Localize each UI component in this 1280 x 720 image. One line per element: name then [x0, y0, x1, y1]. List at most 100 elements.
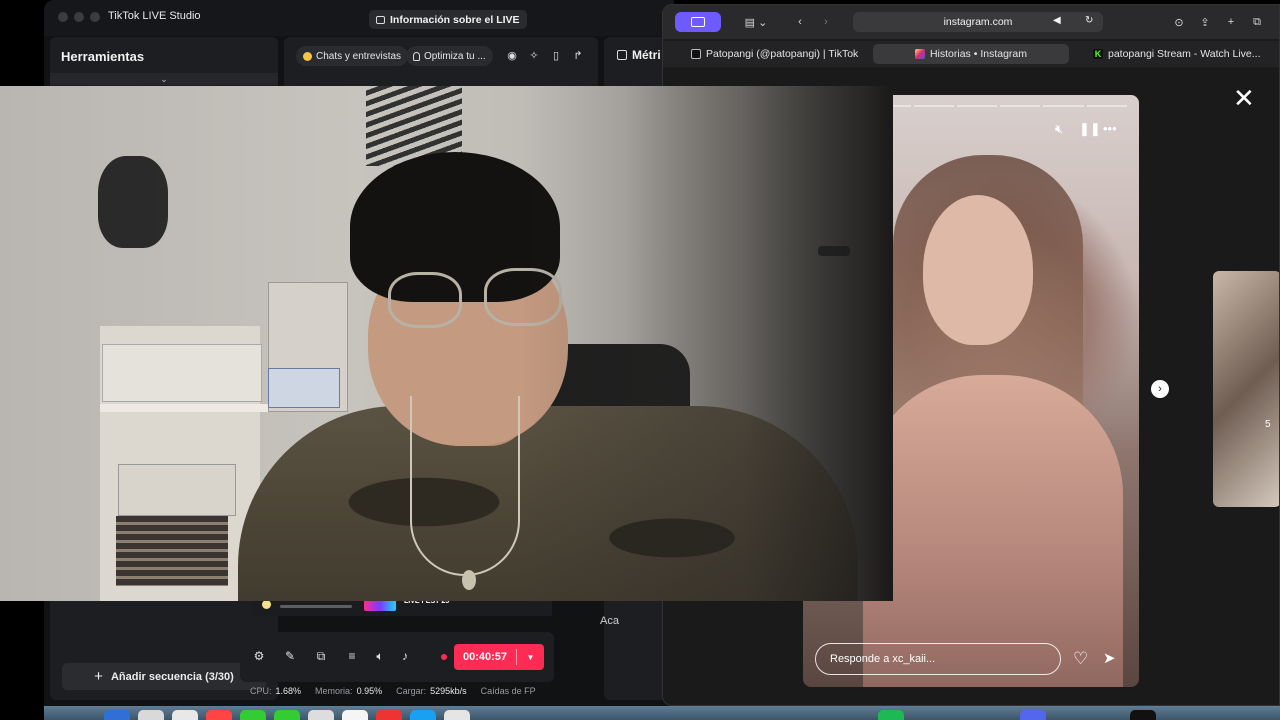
- share-icon[interactable]: ⇪: [1195, 12, 1215, 32]
- app-icon[interactable]: [376, 710, 402, 720]
- app-icon[interactable]: [444, 710, 470, 720]
- truncated-text: Aca: [600, 615, 619, 627]
- share-icon[interactable]: ↱: [571, 49, 585, 63]
- tab-label: Historias • Instagram: [929, 48, 1028, 60]
- book-stack: [116, 516, 228, 586]
- calendar-icon[interactable]: [206, 710, 232, 720]
- chats-interviews-chip[interactable]: Chats y entrevistas: [296, 46, 409, 66]
- finder-icon[interactable]: [104, 710, 130, 720]
- app-title: TikTok LIVE Studio: [108, 10, 201, 22]
- close-icon[interactable]: ✕: [1233, 85, 1255, 111]
- frame-drops-stat: Caídas de FP: [480, 686, 536, 696]
- layout-icon[interactable]: ⧉: [314, 649, 328, 663]
- forward-button[interactable]: ›: [815, 12, 837, 32]
- live-info-button[interactable]: Información sobre el LIVE: [369, 10, 527, 29]
- settings-icon[interactable]: ⚙: [252, 649, 266, 663]
- expand-tools-button[interactable]: ⌄: [50, 73, 278, 85]
- app-icon[interactable]: [172, 710, 198, 720]
- metrics-title-label: Métri: [632, 48, 661, 62]
- tab-kick[interactable]: K patopangi Stream - Watch Live...: [1083, 44, 1263, 64]
- tiktok-icon: [691, 49, 701, 59]
- sparkle-icon[interactable]: ✧: [527, 49, 541, 63]
- reload-icon[interactable]: ↻: [1085, 15, 1093, 26]
- upload-stat: Cargar: 5295kb/s: [396, 686, 467, 696]
- reply-input[interactable]: Responde a xc_kaii...: [815, 643, 1061, 675]
- collectible-box: [118, 464, 236, 516]
- facetime-icon[interactable]: [274, 710, 300, 720]
- stream-controls: ⚙ ✎ ⧉ ≡ 🔈︎ ♪ 00:40:57 ▼: [240, 632, 554, 682]
- memory-stat: Memoria: 0.95%: [315, 686, 382, 696]
- app-icon[interactable]: [342, 710, 368, 720]
- magic-wand-icon[interactable]: ✎: [283, 649, 297, 663]
- address-bar[interactable]: instagram.com ◀︎ ↻: [853, 12, 1103, 32]
- tab-label: Patopangi (@patopangi) | TikTok: [706, 48, 859, 60]
- collectible-box: [102, 344, 262, 402]
- chats-chip-label: Chats y entrevistas: [316, 50, 402, 62]
- add-sequence-label: Añadir secuencia (3/30): [110, 670, 234, 683]
- live-timer: 00:40:57: [462, 651, 508, 663]
- live-info-label: Información sobre el LIVE: [390, 13, 520, 26]
- spotify-icon[interactable]: [878, 710, 904, 720]
- speaker-icon[interactable]: 🔈︎: [373, 649, 387, 663]
- shadow: [520, 86, 893, 601]
- glasses: [388, 272, 462, 328]
- chevron-down-icon[interactable]: ▼: [517, 653, 544, 662]
- download-icon[interactable]: ⊙: [1169, 12, 1189, 32]
- metrics-icon: [617, 50, 627, 60]
- live-indicator: [441, 654, 447, 660]
- zoom-window-button[interactable]: [90, 12, 100, 22]
- app-icon[interactable]: [308, 710, 334, 720]
- app-icon[interactable]: [1130, 710, 1156, 720]
- avatar: [262, 600, 271, 609]
- sidebar-toggle-button[interactable]: ▤ ⌄: [735, 12, 777, 32]
- browser-toolbar: ▤ ⌄ ‹ › instagram.com ◀︎ ↻ ⊙ ⇪ + ⧉: [663, 5, 1279, 39]
- send-icon[interactable]: ➤: [1103, 649, 1116, 667]
- app-icon[interactable]: [1020, 710, 1046, 720]
- screen-record-button[interactable]: [675, 12, 721, 32]
- microphone-icon[interactable]: ♪: [398, 649, 412, 663]
- story-image-body: [863, 375, 1123, 687]
- upload-value: 5295kb/s: [430, 686, 467, 696]
- optimize-chip-label: Optimiza tu ...: [424, 50, 486, 62]
- tab-overview-icon[interactable]: ⧉: [1247, 12, 1267, 32]
- next-story-preview[interactable]: [1213, 271, 1279, 507]
- app-icon[interactable]: [410, 710, 436, 720]
- next-story-icon[interactable]: ›: [1151, 380, 1169, 398]
- tab-instagram[interactable]: Historias • Instagram: [873, 44, 1069, 64]
- speaker-icon[interactable]: ◀︎: [1053, 15, 1061, 26]
- cpu-label: CPU:: [250, 686, 272, 696]
- messages-icon[interactable]: [240, 710, 266, 720]
- add-sequence-button[interactable]: + Añadir secuencia (3/30): [62, 663, 266, 690]
- chat-icon: [303, 51, 312, 61]
- phone-icon[interactable]: ▯: [549, 49, 563, 63]
- pause-icon[interactable]: ❚❚: [1079, 121, 1101, 137]
- shelf-board: [100, 404, 280, 412]
- optimize-chip[interactable]: Optimiza tu ...: [406, 46, 493, 66]
- cpu-stat: CPU: 1.68%: [250, 686, 301, 696]
- side-number: 5: [1265, 419, 1271, 430]
- necklace: [410, 396, 520, 576]
- info-icon: [376, 15, 385, 24]
- wall-art: [98, 156, 168, 248]
- close-window-button[interactable]: [58, 12, 68, 22]
- memory-value: 0.95%: [356, 686, 383, 696]
- plus-icon: +: [94, 668, 103, 685]
- progress-segment: [1086, 105, 1127, 107]
- back-button[interactable]: ‹: [789, 12, 811, 32]
- new-tab-button[interactable]: +: [1221, 12, 1241, 32]
- sliders-icon[interactable]: ≡: [345, 649, 359, 663]
- mute-icon[interactable]: 🔇︎: [1055, 121, 1063, 137]
- story-image-face: [923, 195, 1033, 345]
- record-icon[interactable]: ◉: [505, 49, 519, 63]
- cpu-value: 1.68%: [275, 686, 302, 696]
- memory-label: Memoria:: [315, 686, 353, 696]
- heart-icon[interactable]: ♡: [1073, 649, 1088, 669]
- app-icon[interactable]: [138, 710, 164, 720]
- more-options-icon[interactable]: •••: [1103, 121, 1117, 136]
- tab-tiktok[interactable]: Patopangi (@patopangi) | TikTok: [681, 44, 871, 64]
- tools-title: Herramientas: [61, 49, 145, 64]
- progress-segment: [1000, 105, 1041, 107]
- live-timer-button[interactable]: 00:40:57 ▼: [454, 644, 544, 670]
- minimize-window-button[interactable]: [74, 12, 84, 22]
- screen-icon: [691, 17, 705, 27]
